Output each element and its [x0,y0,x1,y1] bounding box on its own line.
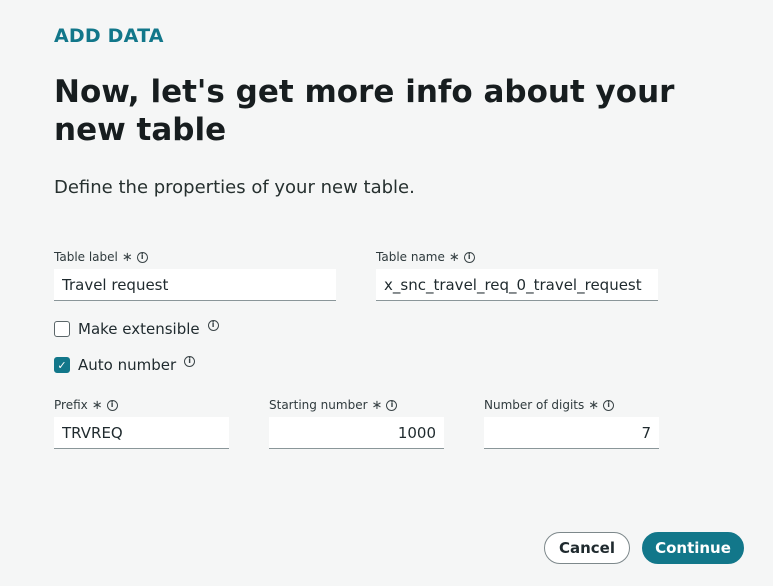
auto-number-checkbox[interactable]: ✓ [54,357,70,373]
prefix-label: Prefix ∗ i [54,396,229,414]
info-icon[interactable]: i [136,251,148,263]
starting-number-input[interactable] [269,417,444,449]
table-name-label-text: Table name [376,250,445,264]
table-name-label: Table name ∗ i [376,248,658,266]
info-icon[interactable]: i [386,399,398,411]
prefix-input[interactable] [54,417,229,449]
required-asterisk-icon: ∗ [371,397,383,413]
starting-number-label-text: Starting number [269,398,368,412]
starting-number-field: Starting number ∗ i [269,396,444,449]
number-of-digits-field: Number of digits ∗ i [484,396,659,449]
table-name-input[interactable] [376,269,658,301]
make-extensible-label[interactable]: Make extensible [78,320,200,338]
number-of-digits-input[interactable] [484,417,659,449]
table-name-field: Table name ∗ i [376,248,658,301]
cancel-button[interactable]: Cancel [544,532,630,564]
eyebrow-label: ADD DATA [54,25,164,47]
make-extensible-checkbox[interactable] [54,321,70,337]
auto-number-label[interactable]: Auto number [78,356,176,374]
table-label-label: Table label ∗ i [54,248,336,266]
required-asterisk-icon: ∗ [121,249,133,265]
table-label-input[interactable] [54,269,336,301]
auto-number-row[interactable]: ✓ Auto number i [54,355,196,374]
number-of-digits-label-text: Number of digits [484,398,585,412]
page-title: Now, let's get more info about your new … [54,74,675,148]
prefix-field: Prefix ∗ i [54,396,229,449]
make-extensible-row[interactable]: Make extensible i [54,319,219,338]
add-data-dialog: ADD DATA Now, let's get more info about … [0,0,773,586]
table-label-label-text: Table label [54,250,118,264]
info-icon[interactable]: i [184,355,196,367]
info-icon[interactable]: i [207,319,219,331]
continue-button[interactable]: Continue [642,532,744,564]
info-icon[interactable]: i [463,251,475,263]
required-asterisk-icon: ∗ [91,397,103,413]
info-icon[interactable]: i [603,399,615,411]
starting-number-label: Starting number ∗ i [269,396,444,414]
prefix-label-text: Prefix [54,398,88,412]
number-of-digits-label: Number of digits ∗ i [484,396,659,414]
required-asterisk-icon: ∗ [448,249,460,265]
page-subtitle: Define the properties of your new table. [54,177,415,198]
table-label-field: Table label ∗ i [54,248,336,301]
required-asterisk-icon: ∗ [588,397,600,413]
info-icon[interactable]: i [106,399,118,411]
check-icon: ✓ [57,358,67,372]
